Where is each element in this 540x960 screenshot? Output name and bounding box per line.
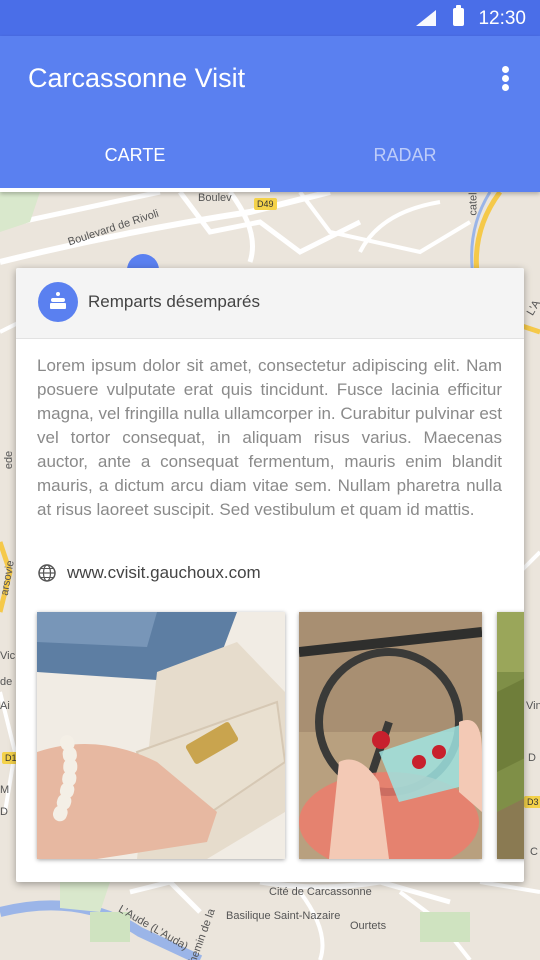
- map-label-left-3: Vic: [0, 650, 16, 662]
- globe-icon: [38, 564, 56, 582]
- road-badge-d49: D49: [254, 198, 277, 210]
- place-description: Lorem ipsum dolor sit amet, consectetur …: [37, 356, 502, 519]
- map-label-ourtets: Ourtets: [350, 920, 387, 932]
- tab-indicator: [0, 188, 270, 192]
- map-label-basilique: Basilique Saint-Nazaire: [226, 910, 341, 922]
- status-time: 12:30: [478, 8, 526, 29]
- map-label-left-8: D: [0, 806, 8, 818]
- signal-icon: [416, 10, 436, 26]
- tab-radar[interactable]: RADAR: [270, 132, 540, 192]
- place-name: Remparts désemparés: [88, 292, 260, 311]
- map-label-left-1: ede: [3, 450, 16, 470]
- more-vert-icon[interactable]: [494, 64, 518, 94]
- photo-grass-image: [497, 612, 524, 859]
- map-label-right-4: C: [530, 846, 538, 858]
- map-label-left-5: Ai: [0, 700, 10, 712]
- photo-raspberries-image: [299, 612, 482, 859]
- place-card: Remparts désemparés Lorem ipsum dolor si…: [16, 268, 524, 882]
- map-label-left-4: de: [0, 676, 13, 688]
- photo-handbag[interactable]: [37, 612, 285, 859]
- website-link[interactable]: www.cvisit.gauchoux.com: [67, 563, 261, 583]
- map-label-cite: Cité de Carcassonne: [269, 886, 372, 898]
- status-bar: 12:30: [0, 0, 540, 36]
- photo-handbag-image: [37, 612, 285, 859]
- photo-grass[interactable]: [497, 612, 524, 859]
- app-title: Carcassonne Visit: [28, 63, 246, 93]
- cake-icon: [38, 282, 78, 322]
- battery-icon: [453, 5, 464, 26]
- map-label-left-7: M: [0, 784, 10, 796]
- road-badge-d3: D3: [524, 796, 540, 808]
- map-label-boulev: Boulev: [198, 192, 232, 204]
- photo-raspberries[interactable]: [299, 612, 482, 859]
- tab-carte[interactable]: CARTE: [0, 132, 270, 192]
- map-label-right-2: D: [528, 752, 536, 764]
- card-header: Remparts désemparés: [16, 268, 524, 339]
- map-label-catel: catel: [467, 192, 480, 216]
- map-label-right-1: Vin: [526, 700, 540, 712]
- app-bar: Carcassonne Visit CARTE RADAR: [0, 36, 540, 192]
